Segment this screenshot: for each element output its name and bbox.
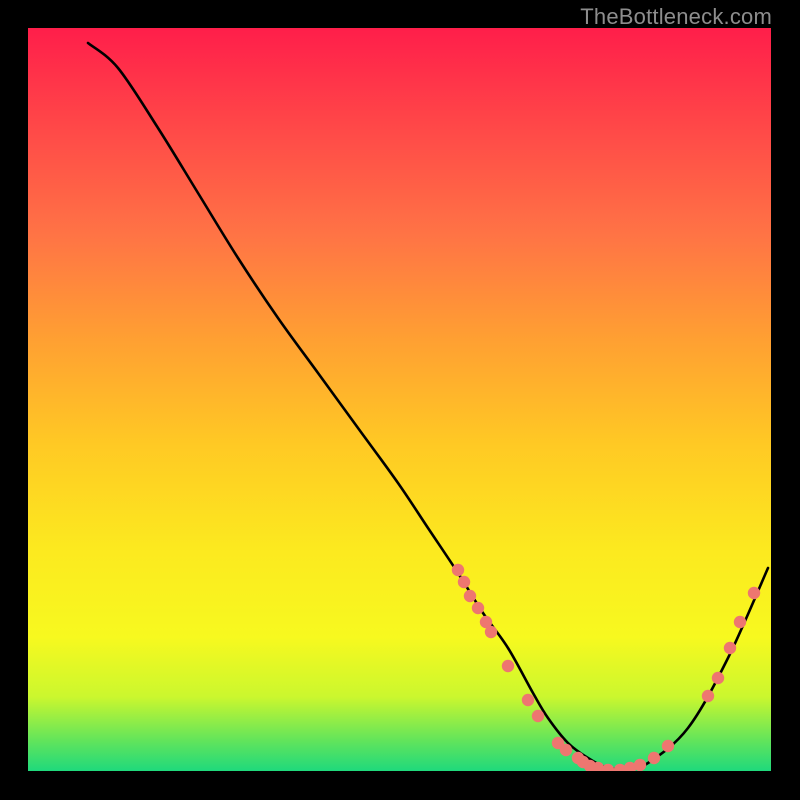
watermark-text: TheBottleneck.com [580, 4, 772, 30]
chart-plot-area [28, 28, 771, 771]
chart-background-gradient [28, 28, 771, 771]
